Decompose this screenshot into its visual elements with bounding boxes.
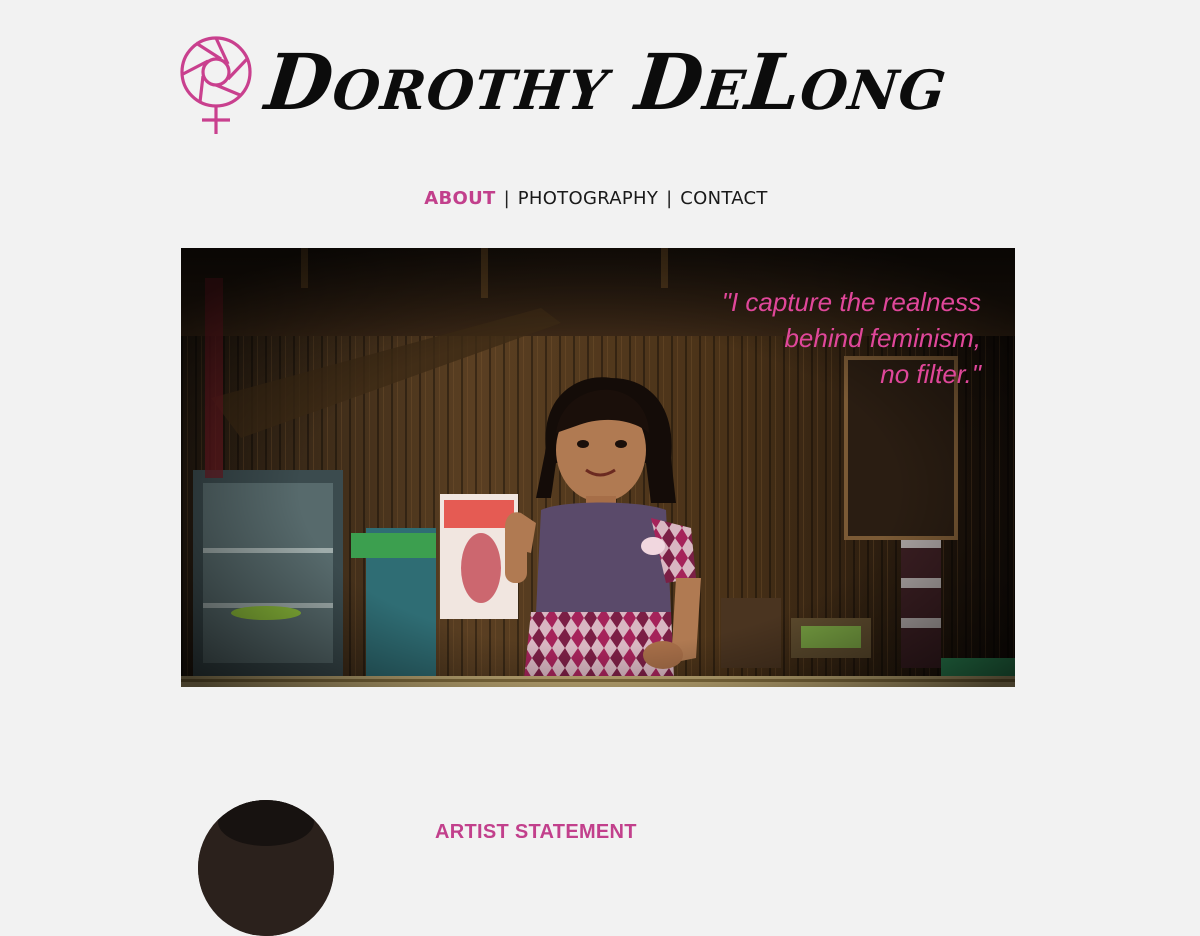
site-title[interactable]: Dorothy DeLong — [260, 28, 952, 138]
female-symbol-aperture-icon[interactable] — [176, 34, 256, 138]
nav-about-link[interactable]: ABOUT — [424, 188, 495, 209]
hero-banner: "I capture the realness behind feminism,… — [181, 248, 1015, 687]
site-header: Dorothy DeLong — [176, 34, 1026, 144]
quote-line: behind feminism, — [784, 323, 981, 353]
quote-line: "I capture the realness — [721, 287, 981, 317]
artist-statement-heading: ARTIST STATEMENT — [435, 820, 637, 843]
avatar — [198, 800, 334, 936]
nav-separator: | — [666, 188, 673, 209]
main-navigation: ABOUT | PHOTOGRAPHY | CONTACT — [0, 188, 1192, 209]
hero-quote: "I capture the realness behind feminism,… — [561, 284, 981, 392]
quote-line: no filter." — [880, 359, 981, 389]
nav-contact-link[interactable]: CONTACT — [680, 188, 767, 209]
nav-photography-link[interactable]: PHOTOGRAPHY — [518, 188, 658, 209]
nav-separator: | — [503, 188, 510, 209]
